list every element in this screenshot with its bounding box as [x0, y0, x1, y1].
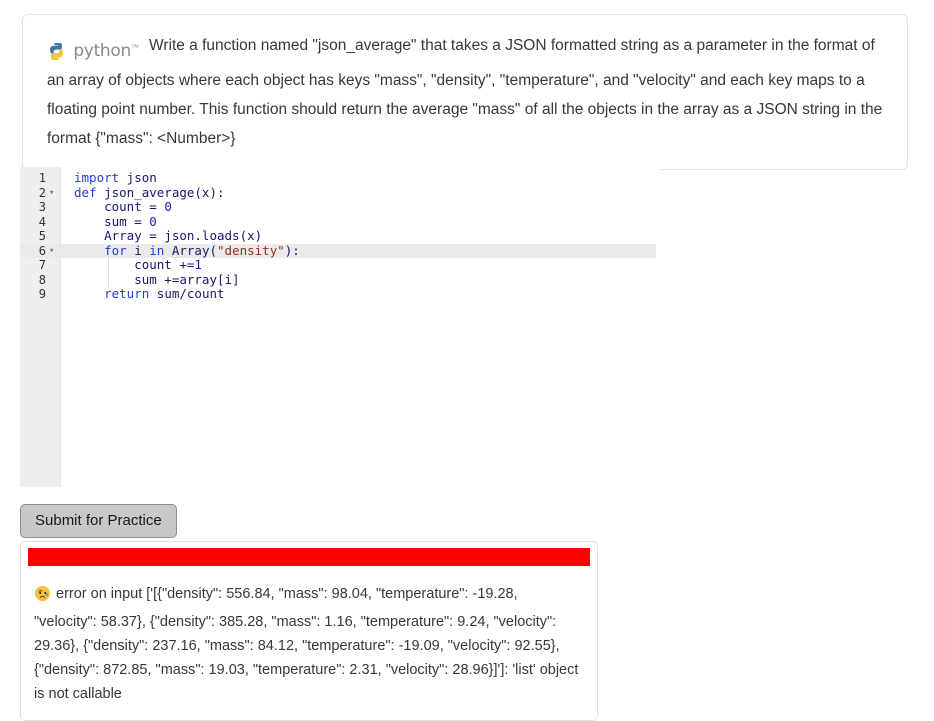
- code-line[interactable]: sum +=array[i]: [61, 273, 656, 288]
- code-line-text: count +=1: [74, 258, 202, 273]
- status-bar-error: [28, 548, 590, 566]
- code-line[interactable]: Array = json.loads(x): [61, 229, 656, 244]
- code-token: [74, 243, 104, 258]
- code-token: 0: [149, 214, 157, 229]
- code-line-text: import json: [74, 171, 157, 186]
- code-token: i: [127, 243, 150, 258]
- code-token: sum +=array[i]: [74, 272, 240, 287]
- line-number: 6: [20, 244, 46, 259]
- code-line-text: sum +=array[i]: [74, 273, 240, 288]
- line-number: 1: [20, 171, 46, 186]
- line-number: 7: [20, 258, 46, 273]
- code-line[interactable]: import json: [61, 171, 656, 186]
- code-token: json_average(x):: [97, 185, 225, 200]
- code-token: count =: [74, 199, 164, 214]
- gutter-line: 1: [20, 171, 60, 186]
- prompt-text: Write a function named "json_average" th…: [47, 37, 882, 147]
- gutter-line: 4: [20, 215, 60, 230]
- code-token: "density": [217, 243, 285, 258]
- result-panel: error on input ['[{"density": 556.84, "m…: [20, 541, 598, 721]
- code-fold-toggle-icon[interactable]: ▾: [49, 244, 54, 259]
- python-logo-icon: [47, 42, 66, 61]
- code-token: sum/count: [149, 286, 224, 301]
- code-token: ):: [285, 243, 300, 258]
- code-token: 0: [164, 199, 172, 214]
- line-number: 8: [20, 273, 46, 288]
- gutter-line: 3: [20, 200, 60, 215]
- code-token: def: [74, 185, 97, 200]
- code-token: Array(: [164, 243, 217, 258]
- code-line-text: for i in Array("density"):: [74, 244, 300, 259]
- code-line-text: def json_average(x):: [74, 186, 225, 201]
- python-logo: python™: [47, 33, 139, 66]
- code-line[interactable]: for i in Array("density"):: [61, 244, 656, 259]
- gutter-line: 5: [20, 229, 60, 244]
- line-number: 2: [20, 186, 46, 201]
- prompt-body: python™ Write a function named "json_ave…: [47, 31, 889, 153]
- line-number: 5: [20, 229, 46, 244]
- code-fold-toggle-icon[interactable]: ▾: [49, 186, 54, 201]
- code-line[interactable]: return sum/count: [61, 287, 656, 302]
- code-token: import: [74, 170, 119, 185]
- code-line-text: Array = json.loads(x): [74, 229, 262, 244]
- trademark-symbol: ™: [131, 43, 139, 52]
- code-token: json: [119, 170, 157, 185]
- code-line[interactable]: def json_average(x):: [61, 186, 656, 201]
- error-message-text: error on input ['[{"density": 556.84, "m…: [34, 586, 578, 702]
- submit-for-practice-button[interactable]: Submit for Practice: [20, 504, 177, 538]
- code-line-text: return sum/count: [74, 287, 225, 302]
- gutter-line: 9: [20, 287, 60, 302]
- code-line-text: count = 0: [74, 200, 172, 215]
- code-line-text: sum = 0: [74, 215, 157, 230]
- code-line[interactable]: sum = 0: [61, 215, 656, 230]
- code-line[interactable]: count +=1: [61, 258, 656, 273]
- code-token: for: [104, 243, 127, 258]
- crying-face-icon: [34, 585, 51, 610]
- code-token: count +=: [74, 257, 194, 272]
- code-token: in: [149, 243, 164, 258]
- python-wordmark: python: [73, 37, 131, 66]
- code-token: return: [104, 286, 149, 301]
- code-line[interactable]: count = 0: [61, 200, 656, 215]
- code-token: sum =: [74, 214, 149, 229]
- gutter-line: 6▾: [20, 244, 60, 259]
- code-token: [74, 286, 104, 301]
- line-number: 4: [20, 215, 46, 230]
- code-token: Array = json.loads(x): [74, 228, 262, 243]
- line-number: 9: [20, 287, 46, 302]
- error-message: error on input ['[{"density": 556.84, "m…: [28, 582, 590, 706]
- gutter-line: 8: [20, 273, 60, 288]
- code-editor[interactable]: 12▾3456▾789 import jsondef json_average(…: [20, 167, 660, 487]
- line-number: 3: [20, 200, 46, 215]
- gutter-line: 7: [20, 258, 60, 273]
- prompt-panel: python™ Write a function named "json_ave…: [22, 14, 908, 170]
- code-token: 1: [194, 257, 202, 272]
- gutter-line: 2▾: [20, 186, 60, 201]
